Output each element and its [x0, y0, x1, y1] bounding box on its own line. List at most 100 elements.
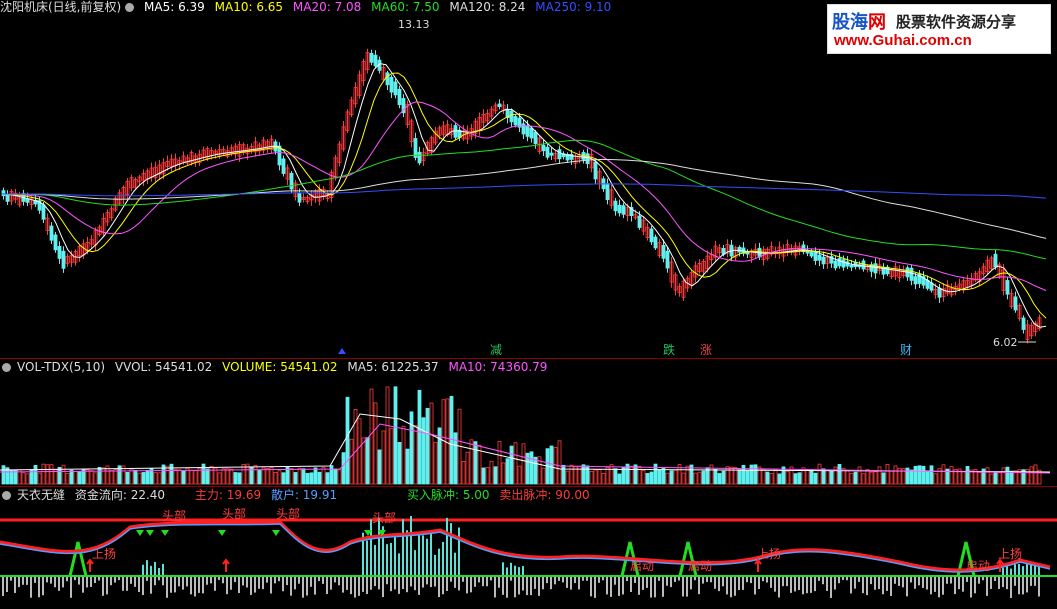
volume-bar — [313, 467, 318, 485]
candle — [837, 258, 842, 267]
flow-bar — [370, 519, 372, 576]
volume-bar — [785, 471, 790, 485]
volume-bar — [805, 470, 810, 485]
candle — [909, 267, 914, 281]
histogram-bar — [838, 576, 840, 584]
histogram-bar — [974, 576, 976, 594]
histogram-bar — [326, 576, 328, 594]
flow-bar — [514, 565, 516, 576]
stock-title[interactable]: 沈阳机床(日线,前复权) — [0, 0, 121, 14]
volume-bar — [73, 470, 78, 485]
histogram-bar — [522, 576, 524, 591]
candle — [617, 204, 622, 214]
candle — [1013, 296, 1018, 311]
flow-bar — [146, 560, 148, 576]
volume-bar — [569, 464, 574, 485]
volume-bar — [449, 395, 454, 485]
ma250-line — [2, 183, 1047, 199]
histogram-bar — [986, 576, 988, 596]
histogram-bar — [826, 576, 828, 591]
volume-bar — [357, 418, 362, 485]
up-arrow-icon — [754, 558, 762, 572]
volume-bar — [297, 467, 302, 485]
volume-bar — [533, 456, 538, 485]
histogram-bar — [454, 576, 456, 588]
volume-label: VOLUME: 54541.02 — [222, 360, 338, 374]
volume-bar — [253, 464, 258, 485]
volume-bar — [417, 389, 422, 485]
event-marker: 财 — [900, 343, 912, 357]
volume-bar — [557, 440, 562, 485]
price-chart[interactable]: 13.13 6.02 减 跌 涨 财 — [0, 14, 1057, 358]
histogram-bar — [338, 576, 340, 586]
histogram-bar — [1018, 576, 1020, 595]
volume-bar — [109, 470, 114, 485]
retail-label: 散户: 19.91 — [270, 488, 338, 502]
histogram-bar — [38, 576, 40, 598]
volume-bar — [465, 451, 470, 485]
candle — [545, 146, 550, 158]
down-triangle-icon — [272, 530, 280, 536]
histogram-bar — [898, 576, 900, 586]
histogram-bar — [622, 576, 624, 595]
histogram-bar — [174, 576, 176, 593]
volume-bar — [301, 468, 306, 485]
volume-bar — [289, 468, 294, 485]
histogram-bar — [830, 576, 832, 598]
flow-bar — [1002, 567, 1004, 576]
histogram-bar — [322, 576, 324, 584]
histogram-bar — [1030, 576, 1032, 586]
candle — [605, 183, 610, 201]
histogram-bar — [270, 576, 272, 594]
candle — [913, 276, 918, 285]
histogram-bar — [170, 576, 172, 593]
histogram-bar — [58, 576, 60, 591]
volume-bar — [381, 430, 386, 485]
indicator-chart[interactable]: 上扬 头部 头部 头部 头部 启动 启动 上扬 启动 上扬 — [0, 502, 1057, 609]
histogram-bar — [770, 576, 772, 588]
histogram-bar — [638, 576, 640, 595]
volume-bar — [693, 472, 698, 485]
volume-bar — [337, 469, 342, 485]
flow-bar — [518, 567, 520, 576]
flow-bar — [410, 516, 412, 576]
histogram-bar — [630, 576, 632, 592]
histogram-bar — [802, 576, 804, 595]
gear-icon[interactable] — [2, 363, 11, 372]
histogram-bar — [774, 576, 776, 592]
histogram-bar — [726, 576, 728, 595]
ma60-label: MA60: 7.50 — [371, 0, 440, 14]
flow-bar — [502, 562, 504, 576]
histogram-bar — [30, 576, 32, 598]
histogram-bar — [926, 576, 928, 590]
histogram-bar — [1026, 576, 1028, 593]
volume-bar — [1033, 464, 1038, 485]
volume-bar — [209, 465, 214, 485]
histogram-bar — [794, 576, 796, 592]
histogram-bar — [206, 576, 208, 585]
volume-bar — [509, 445, 514, 485]
volume-bar — [225, 468, 230, 485]
volume-bar — [529, 451, 534, 485]
histogram-bar — [610, 576, 612, 597]
gear-icon[interactable] — [125, 3, 135, 12]
volume-bar — [493, 466, 498, 485]
candle — [873, 263, 878, 274]
candle — [533, 131, 538, 144]
flow-bar — [454, 552, 456, 576]
candle — [993, 253, 998, 268]
histogram-bar — [906, 576, 908, 597]
candle — [497, 103, 502, 108]
histogram-bar — [94, 576, 96, 584]
volume-bar — [65, 472, 70, 485]
histogram-bar — [894, 576, 896, 584]
histogram-bar — [178, 576, 180, 587]
flow-bar — [510, 562, 512, 576]
volume-bar — [193, 470, 198, 485]
volume-chart[interactable] — [0, 374, 1057, 486]
flow-bar — [1018, 564, 1020, 576]
volume-bar — [845, 470, 850, 485]
gear-icon[interactable] — [2, 491, 11, 500]
histogram-bar — [374, 576, 376, 587]
volume-bar — [885, 464, 890, 485]
